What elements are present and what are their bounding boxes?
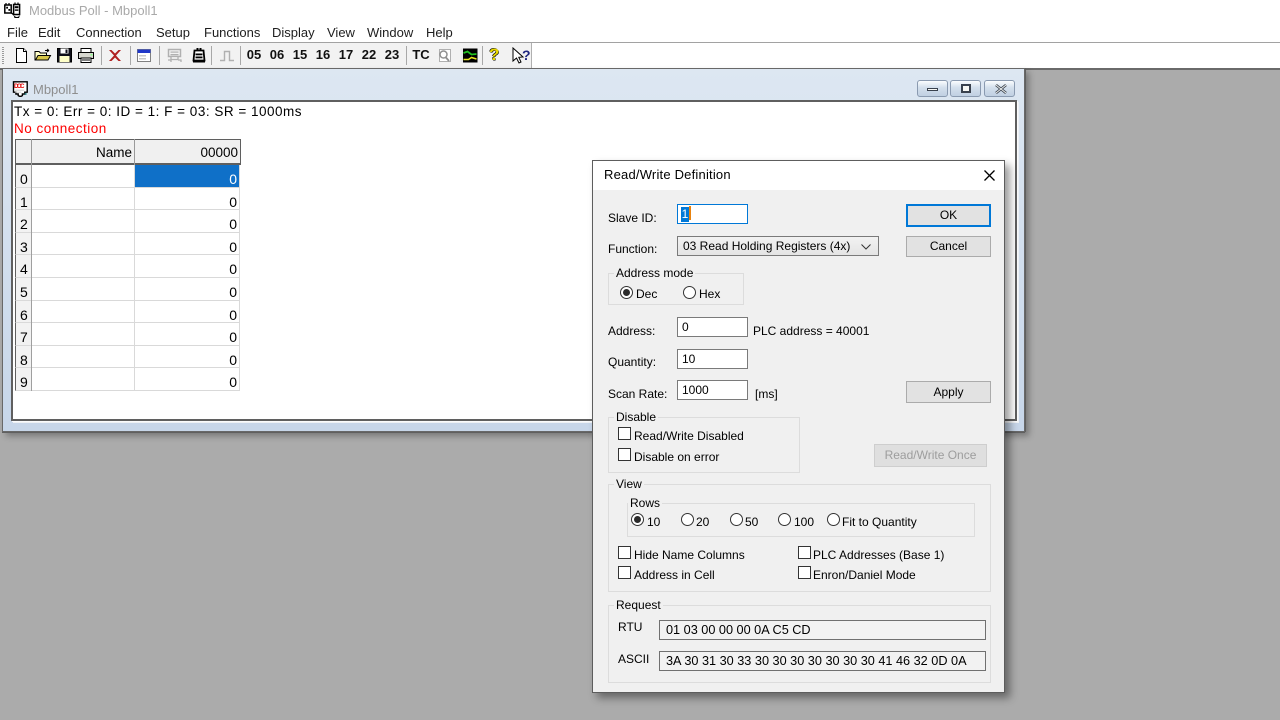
svg-text:?: ? [522, 47, 531, 63]
svg-text:DOC: DOC [14, 83, 25, 90]
